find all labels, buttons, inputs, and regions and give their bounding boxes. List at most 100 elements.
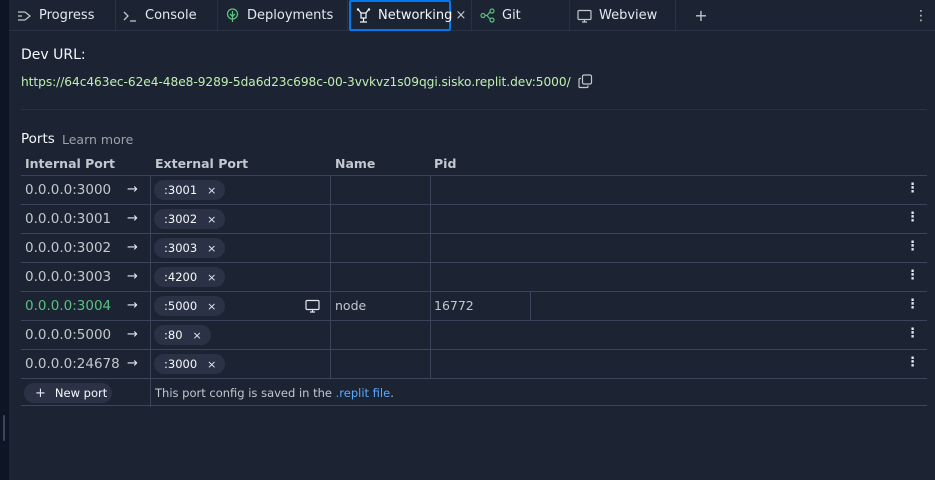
- internal-port: 0.0.0.0:3004: [25, 298, 112, 314]
- port-row: 0.0.0.0:24678 → :3000 × ⋮: [21, 349, 927, 379]
- tab-label: Git: [502, 8, 521, 23]
- column-divider: [150, 234, 151, 263]
- column-divider: [430, 205, 431, 234]
- column-divider: [150, 321, 151, 350]
- monitor-icon[interactable]: [305, 298, 321, 314]
- column-divider: [430, 292, 431, 321]
- copy-icon[interactable]: [578, 74, 594, 90]
- internal-port: 0.0.0.0:3000: [25, 182, 112, 198]
- left-panel-edge: [0, 0, 9, 480]
- header-pid: Pid: [434, 156, 457, 171]
- close-tab-button[interactable]: ×: [451, 0, 472, 31]
- column-divider: [330, 234, 331, 263]
- add-tab-button[interactable]: +: [693, 0, 709, 31]
- row-menu-button[interactable]: ⋮: [906, 355, 919, 370]
- dev-url-link[interactable]: https://64c463ec-62e4-48e8-9289-5da6d23c…: [21, 75, 571, 89]
- column-divider: [330, 292, 331, 321]
- git-icon: [479, 8, 495, 24]
- tab-label: Progress: [39, 8, 95, 23]
- header-name: Name: [335, 156, 376, 171]
- row-menu-button[interactable]: ⋮: [906, 239, 919, 254]
- row-menu-button[interactable]: ⋮: [906, 297, 919, 312]
- external-port-chip[interactable]: :4200 ×: [154, 267, 226, 287]
- external-port-chip[interactable]: :3001 ×: [154, 180, 226, 200]
- column-divider: [330, 176, 331, 205]
- column-divider: [330, 350, 331, 379]
- header-internal-port: Internal Port: [25, 156, 116, 171]
- external-port: :3003: [164, 241, 198, 255]
- external-port: :4200: [164, 270, 198, 284]
- webview-icon: [576, 8, 592, 24]
- external-port-chip[interactable]: :3002 ×: [154, 209, 226, 229]
- tab-git[interactable]: Git: [472, 0, 570, 31]
- external-port-chip[interactable]: :3000 ×: [154, 354, 226, 374]
- config-note: This port config is saved in the .replit…: [155, 386, 394, 400]
- column-divider: [530, 292, 531, 321]
- column-divider: [330, 263, 331, 292]
- process-pid: 16772: [434, 298, 474, 313]
- learn-more-link[interactable]: Learn more: [62, 132, 133, 147]
- remove-port-icon[interactable]: ×: [207, 184, 216, 197]
- arrow-right-icon: →: [127, 356, 138, 371]
- tab-bar: Progress Console Deployments Networking …: [9, 0, 935, 31]
- row-menu-button[interactable]: ⋮: [906, 181, 919, 196]
- external-port-chip[interactable]: :80 ×: [154, 325, 211, 345]
- remove-port-icon[interactable]: ×: [207, 242, 216, 255]
- arrow-right-icon: →: [127, 269, 138, 284]
- arrow-right-icon: →: [127, 182, 138, 197]
- replit-file-link[interactable]: .replit file: [336, 386, 391, 400]
- column-divider: [150, 292, 151, 321]
- networking-icon: [356, 8, 371, 24]
- tab-progress[interactable]: Progress: [9, 0, 116, 31]
- row-menu-button[interactable]: ⋮: [906, 268, 919, 283]
- row-menu-button[interactable]: ⋮: [906, 326, 919, 341]
- internal-port: 0.0.0.0:5000: [25, 327, 112, 343]
- arrow-right-icon: →: [127, 240, 138, 255]
- port-row: 0.0.0.0:3003 → :4200 × ⋮: [21, 262, 927, 292]
- internal-port: 0.0.0.0:3003: [25, 269, 112, 285]
- column-divider: [430, 263, 431, 292]
- remove-port-icon[interactable]: ×: [207, 213, 216, 226]
- remove-port-icon[interactable]: ×: [207, 358, 216, 371]
- arrow-right-icon: →: [127, 298, 138, 313]
- tab-deployments[interactable]: Deployments: [218, 0, 348, 31]
- tab-label: Deployments: [247, 8, 334, 23]
- column-divider: [430, 234, 431, 263]
- resize-handle[interactable]: [3, 415, 5, 441]
- column-divider: [150, 263, 151, 292]
- external-port: :3000: [164, 357, 198, 371]
- plus-icon: +: [35, 385, 46, 401]
- remove-port-icon[interactable]: ×: [207, 300, 216, 313]
- tab-console[interactable]: Console: [116, 0, 218, 31]
- internal-port: 0.0.0.0:3001: [25, 211, 112, 227]
- port-row-active: 0.0.0.0:3004 → :5000 × node 16772 ⋮: [21, 291, 927, 321]
- column-divider: [150, 379, 151, 407]
- external-port: :3001: [164, 183, 198, 197]
- external-port: :80: [164, 328, 183, 342]
- deployments-icon: [224, 8, 240, 24]
- external-port: :5000: [164, 299, 198, 313]
- tab-menu-button[interactable]: ⋮: [914, 0, 928, 31]
- internal-port: 0.0.0.0:3002: [25, 240, 112, 256]
- dev-url-label: Dev URL:: [21, 47, 86, 63]
- external-port-chip[interactable]: :3003 ×: [154, 238, 226, 258]
- new-port-label: New port: [54, 386, 108, 400]
- external-port-chip[interactable]: :5000 ×: [154, 296, 226, 316]
- column-divider: [150, 205, 151, 234]
- tab-webview[interactable]: Webview: [570, 0, 676, 31]
- tab-networking[interactable]: Networking: [349, 0, 452, 31]
- row-menu-button[interactable]: ⋮: [906, 210, 919, 225]
- internal-port: 0.0.0.0:24678: [25, 356, 120, 372]
- column-divider: [430, 176, 431, 205]
- divider: [21, 109, 927, 110]
- column-divider: [330, 205, 331, 234]
- config-note-text: This port config is saved in the: [155, 386, 332, 400]
- new-port-row: + New port This port config is saved in …: [21, 378, 927, 407]
- header-external-port: External Port: [155, 156, 249, 171]
- port-row: 0.0.0.0:5000 → :80 × ⋮: [21, 320, 927, 350]
- new-port-button[interactable]: + New port: [24, 383, 112, 403]
- remove-port-icon[interactable]: ×: [207, 271, 216, 284]
- config-note-period: .: [390, 386, 394, 400]
- remove-port-icon[interactable]: ×: [193, 329, 202, 342]
- column-divider: [150, 176, 151, 205]
